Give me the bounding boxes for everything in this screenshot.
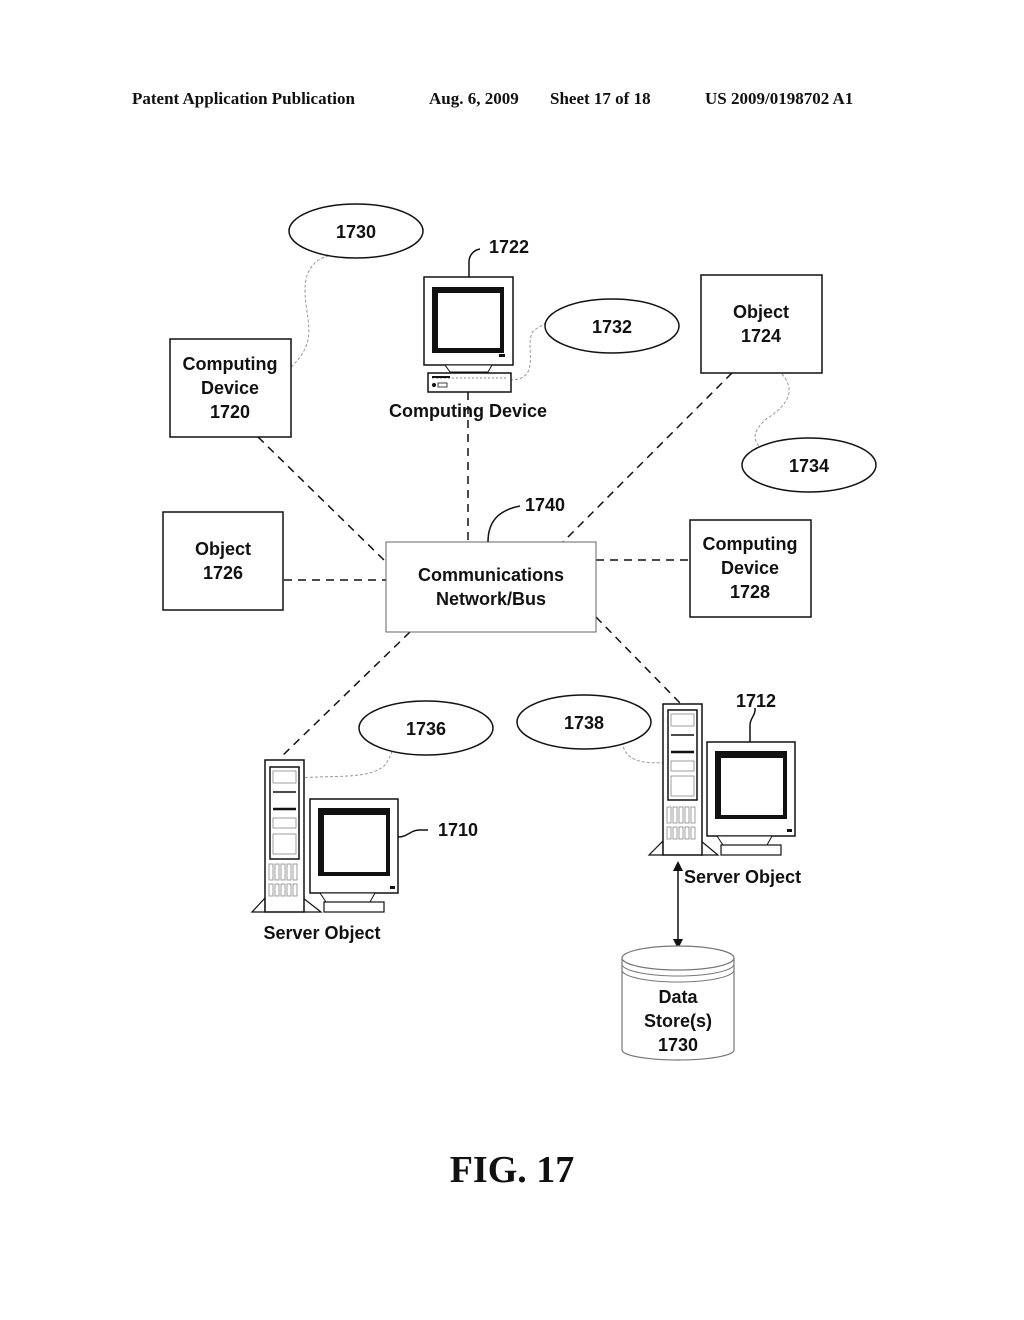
obj1726-line1: Object bbox=[195, 539, 251, 559]
network-label-line2: Network/Bus bbox=[436, 589, 546, 609]
computing-device-1728[interactable]: Computing Device 1728 bbox=[689, 519, 812, 618]
cd1720-line1: Computing bbox=[183, 354, 278, 374]
object-1726[interactable]: Object 1726 bbox=[162, 511, 284, 611]
network-bus-node[interactable]: Communications Network/Bus bbox=[385, 541, 597, 633]
assoc-1724-1734 bbox=[754, 373, 790, 449]
ellipse-1736-label: 1736 bbox=[406, 719, 446, 739]
leader-1740 bbox=[487, 505, 521, 543]
database-cylinder-icon[interactable]: Data Store(s) 1730 bbox=[621, 945, 735, 1061]
cd1728-line2: Device bbox=[721, 558, 779, 578]
network-label-line1: Communications bbox=[418, 565, 564, 585]
ref-1722: 1722 bbox=[489, 237, 529, 257]
link-1724-network bbox=[562, 372, 733, 543]
cd1722-label: Computing Device bbox=[389, 401, 547, 421]
datastore-line3: 1730 bbox=[658, 1035, 698, 1055]
cd1728-line1: Computing bbox=[703, 534, 798, 554]
network-diagram: Communications Network/Bus 1740 Computin… bbox=[162, 203, 877, 1061]
obj1726-line2: 1726 bbox=[203, 563, 243, 583]
computing-device-1720[interactable]: Computing Device 1720 bbox=[169, 338, 292, 438]
leader-1722 bbox=[468, 248, 481, 277]
assoc-1722-1732 bbox=[509, 321, 547, 381]
assoc-1720-1730 bbox=[290, 255, 329, 368]
ellipse-1730-label: 1730 bbox=[336, 222, 376, 242]
figure-label: FIG. 17 bbox=[449, 1149, 575, 1191]
cd1728-line3: 1728 bbox=[730, 582, 770, 602]
desktop-computer-icon[interactable] bbox=[423, 276, 514, 393]
link-1712-network bbox=[595, 616, 681, 704]
server-tower-icon[interactable] bbox=[647, 703, 796, 856]
ellipse-1738-label: 1738 bbox=[564, 713, 604, 733]
obj1724-line1: Object bbox=[733, 302, 789, 322]
leader-1710 bbox=[397, 829, 428, 838]
cd1720-line2: Device bbox=[201, 378, 259, 398]
datastore-line1: Data bbox=[658, 987, 698, 1007]
assoc-1710-1736 bbox=[299, 747, 394, 779]
ellipse-1734[interactable]: 1734 bbox=[741, 437, 877, 493]
server1710-label: Server Object bbox=[263, 923, 380, 943]
ellipse-1736[interactable]: 1736 bbox=[358, 700, 494, 756]
object-1724[interactable]: Object 1724 bbox=[700, 274, 823, 374]
cd1720-line3: 1720 bbox=[210, 402, 250, 422]
ellipse-1732[interactable]: 1732 bbox=[544, 298, 680, 354]
ellipse-1734-label: 1734 bbox=[789, 456, 829, 476]
ref-1712: 1712 bbox=[736, 691, 776, 711]
ref-1740: 1740 bbox=[525, 495, 565, 515]
server1712-label: Server Object bbox=[684, 867, 801, 887]
datastore-line2: Store(s) bbox=[644, 1011, 712, 1031]
obj1724-line2: 1724 bbox=[741, 326, 781, 346]
ellipse-1732-label: 1732 bbox=[592, 317, 632, 337]
ellipse-1738[interactable]: 1738 bbox=[516, 694, 652, 750]
ellipse-1730[interactable]: 1730 bbox=[288, 203, 424, 259]
server-tower-icon[interactable] bbox=[250, 759, 399, 913]
ref-1710: 1710 bbox=[438, 820, 478, 840]
leader-1712 bbox=[749, 707, 756, 742]
